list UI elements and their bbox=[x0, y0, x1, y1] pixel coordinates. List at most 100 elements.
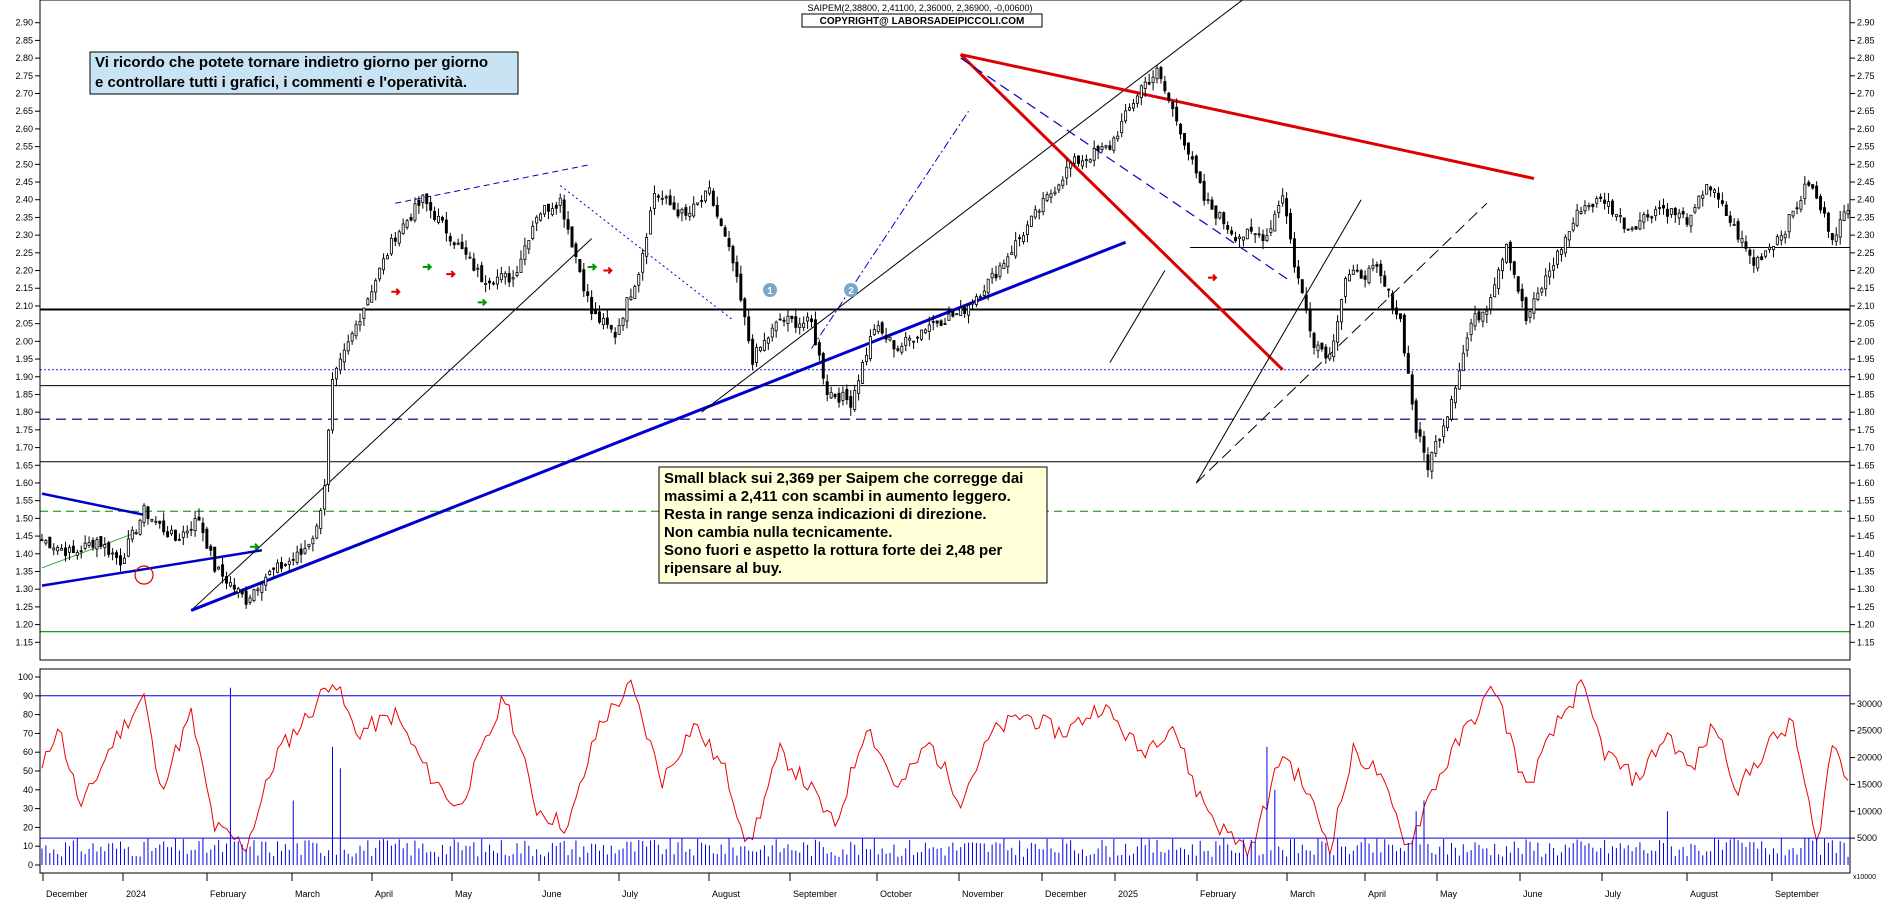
candle-body bbox=[1198, 171, 1202, 184]
candle-body bbox=[366, 298, 370, 306]
candle-body bbox=[433, 210, 437, 220]
candle-body bbox=[1186, 142, 1190, 155]
price-tick-label-right: 2.30 bbox=[1857, 230, 1875, 240]
candle-body bbox=[1135, 95, 1139, 104]
candle-body bbox=[142, 505, 146, 524]
candle-body bbox=[1748, 249, 1752, 256]
candle-body bbox=[279, 562, 283, 569]
price-tick-label: 1.40 bbox=[15, 549, 33, 559]
candle-body bbox=[1469, 322, 1473, 335]
candle-body bbox=[570, 226, 574, 248]
candle-body bbox=[1434, 441, 1438, 454]
candle-body bbox=[291, 559, 295, 561]
candle-body bbox=[221, 564, 225, 577]
candle-body bbox=[56, 547, 60, 552]
candle-body bbox=[1332, 340, 1336, 358]
candle-body bbox=[1347, 274, 1351, 282]
candle-body bbox=[762, 340, 766, 351]
candle-body bbox=[672, 202, 676, 210]
price-tick-label-right: 2.40 bbox=[1857, 195, 1875, 205]
candle-body bbox=[1363, 275, 1367, 280]
candle-body bbox=[1783, 233, 1787, 239]
price-tick-label-right: 1.40 bbox=[1857, 549, 1875, 559]
candle-body bbox=[1728, 215, 1732, 223]
candle-body bbox=[1756, 257, 1760, 269]
candle-body bbox=[1112, 137, 1116, 151]
candle-body bbox=[1202, 180, 1206, 201]
candle-body bbox=[1430, 451, 1434, 472]
price-tick-label: 1.30 bbox=[15, 584, 33, 594]
candle-body bbox=[1073, 156, 1077, 164]
candle-body bbox=[535, 216, 539, 224]
candle-body bbox=[739, 273, 743, 301]
candle-body bbox=[1006, 256, 1010, 268]
price-tick-label: 2.55 bbox=[15, 142, 33, 152]
candle-body bbox=[1520, 288, 1524, 302]
candle-body bbox=[1752, 257, 1756, 266]
price-tick-label: 1.75 bbox=[15, 425, 33, 435]
candle-body bbox=[1108, 145, 1112, 150]
candle-body bbox=[1014, 240, 1018, 257]
candle-body bbox=[837, 392, 841, 403]
candle-body bbox=[1713, 189, 1717, 193]
candle-body bbox=[806, 316, 810, 322]
marker-2-label: 2 bbox=[848, 286, 854, 297]
candle-body bbox=[1646, 214, 1650, 218]
candle-body bbox=[409, 217, 413, 221]
volume-tick-label: 25000 bbox=[1857, 726, 1882, 736]
candle-body bbox=[452, 242, 456, 246]
price-tick-label: 1.25 bbox=[15, 602, 33, 612]
candle-body bbox=[892, 340, 896, 350]
price-tick-label-right: 2.75 bbox=[1857, 71, 1875, 81]
candle-body bbox=[1587, 205, 1591, 208]
price-tick-label: 1.45 bbox=[15, 531, 33, 541]
candle-body bbox=[225, 576, 228, 584]
candle-body bbox=[1312, 332, 1316, 348]
candle-body bbox=[1324, 346, 1328, 359]
candle-body bbox=[150, 518, 154, 522]
x-axis-label: June bbox=[1523, 889, 1543, 899]
candle-body bbox=[331, 378, 334, 431]
candle-body bbox=[1418, 429, 1422, 437]
price-tick-label-right: 2.60 bbox=[1857, 124, 1875, 134]
candle-body bbox=[1402, 314, 1406, 354]
stoch-tick-label: 50 bbox=[23, 766, 33, 776]
candle-body bbox=[971, 302, 974, 305]
candle-body bbox=[1630, 227, 1634, 230]
candle-body bbox=[1237, 236, 1241, 240]
candle-body bbox=[334, 367, 338, 380]
candle-body bbox=[440, 216, 444, 221]
candle-body bbox=[52, 547, 56, 551]
candle-body bbox=[1210, 199, 1214, 210]
candle-body bbox=[994, 273, 998, 279]
candle-body bbox=[1273, 213, 1277, 232]
candle-body bbox=[1340, 299, 1344, 323]
candle-body bbox=[598, 311, 601, 323]
price-tick-label: 2.20 bbox=[15, 266, 33, 276]
candle-body bbox=[1183, 133, 1186, 146]
price-tick-label-right: 2.20 bbox=[1857, 266, 1875, 276]
candle-body bbox=[629, 296, 633, 300]
candle-body bbox=[1383, 275, 1387, 287]
candle-body bbox=[1669, 208, 1673, 215]
background bbox=[0, 0, 1890, 902]
comment-line-1: Small black sui 2,369 per Saipem che cor… bbox=[664, 470, 1023, 487]
candle-body bbox=[111, 552, 115, 555]
candle-body bbox=[91, 539, 95, 548]
candle-body bbox=[44, 540, 48, 544]
candle-body bbox=[876, 325, 880, 332]
candle-body bbox=[896, 348, 900, 351]
price-tick-label: 2.40 bbox=[15, 195, 33, 205]
candle-body bbox=[770, 327, 774, 338]
candle-body bbox=[1732, 224, 1736, 226]
price-tick-label-right: 2.90 bbox=[1857, 18, 1875, 28]
candle-body bbox=[244, 590, 248, 605]
candle-body bbox=[1528, 311, 1532, 318]
candle-body bbox=[1375, 264, 1379, 267]
candle-body bbox=[425, 193, 429, 205]
candle-body bbox=[625, 297, 629, 322]
candle-body bbox=[1740, 238, 1744, 243]
candle-body bbox=[495, 276, 499, 285]
candle-body bbox=[908, 337, 912, 341]
volume-tick-label: 10000 bbox=[1857, 806, 1882, 816]
